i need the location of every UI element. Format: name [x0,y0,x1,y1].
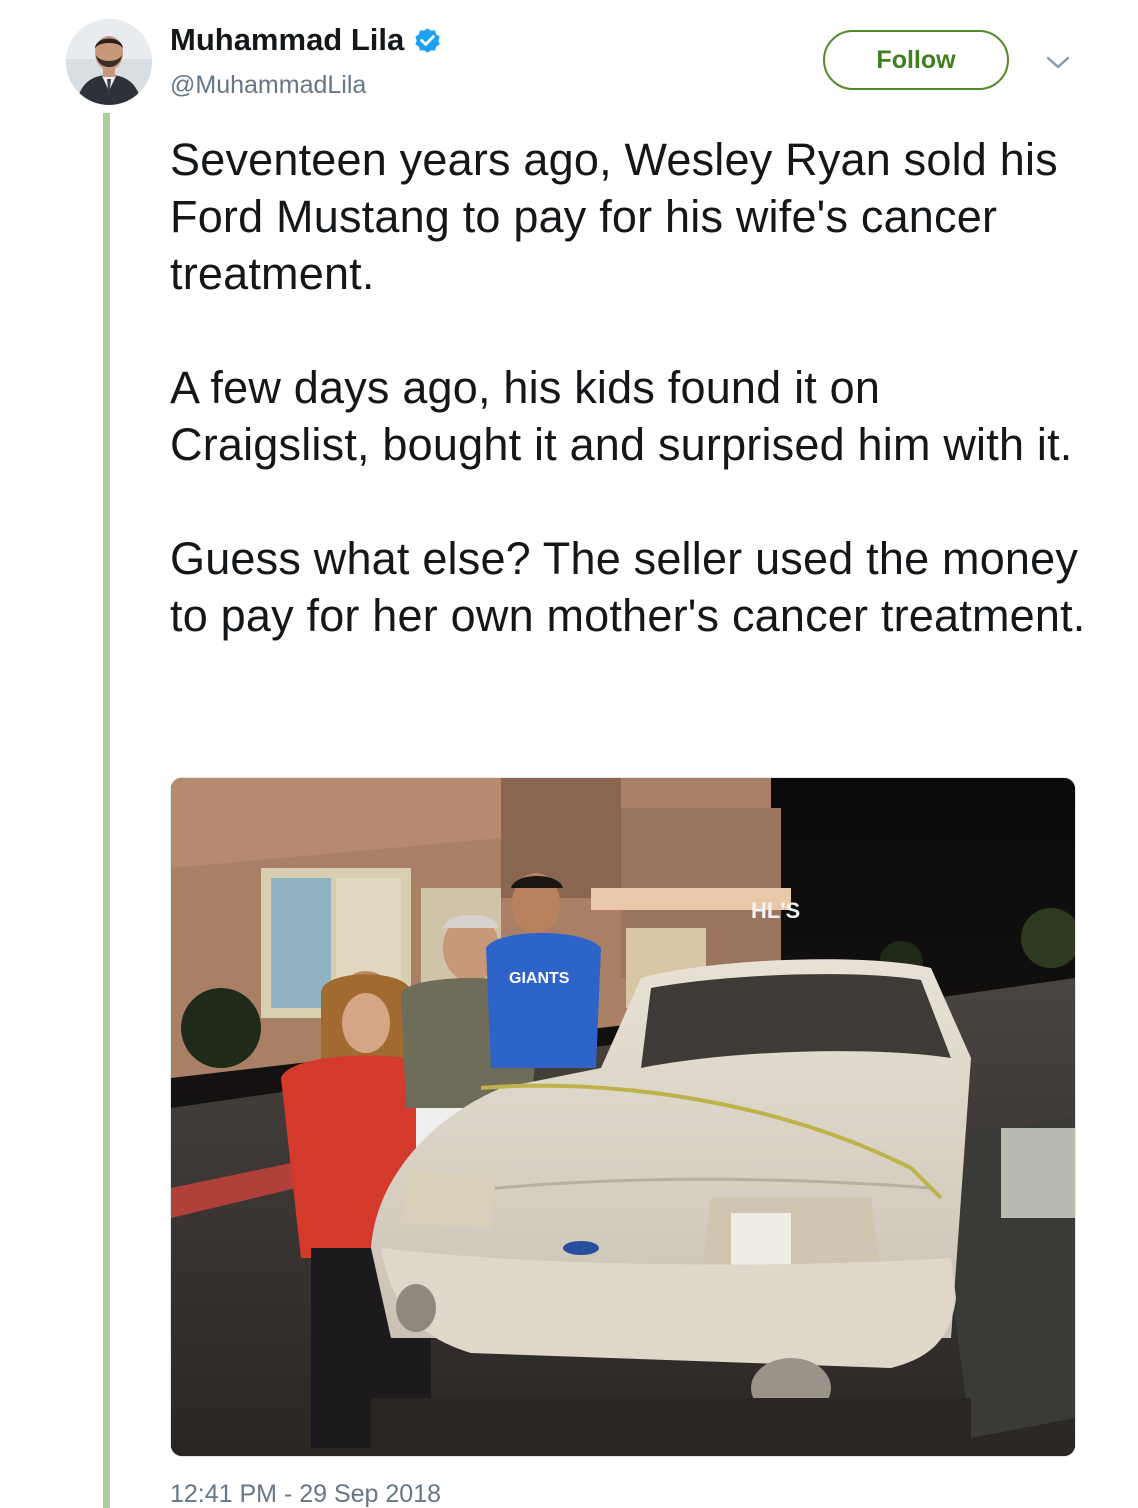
thread-line [103,113,110,1508]
shirt-text: GIANTS [509,970,570,987]
tweet-timestamp[interactable]: 12:41 PM - 29 Sep 2018 [170,1479,441,1508]
tweet-paragraph: A few days ago, his kids found it on Cra… [170,362,1073,470]
author-handle[interactable]: @MuhammadLila [170,70,366,100]
tweet-text: Seventeen years ago, Wesley Ryan sold hi… [170,131,1090,644]
chevron-down-icon[interactable] [1044,50,1072,74]
tweet-card: Muhammad Lila @MuhammadLila Follow Seven… [0,0,1138,1508]
tweet-paragraph: Seventeen years ago, Wesley Ryan sold hi… [170,134,1058,299]
photo-illustration: HL'S GIANTS [171,778,1075,1456]
avatar[interactable] [66,19,152,105]
store-sign: HL'S [751,898,800,923]
follow-button[interactable]: Follow [823,30,1009,90]
verified-badge-icon [412,25,443,56]
tweet-paragraph: Guess what else? The seller used the mon… [170,533,1086,641]
author-name-row[interactable]: Muhammad Lila [170,22,443,58]
avatar-photo [66,19,152,105]
tweet-photo[interactable]: HL'S GIANTS [170,777,1076,1457]
author-display-name[interactable]: Muhammad Lila [170,22,404,58]
